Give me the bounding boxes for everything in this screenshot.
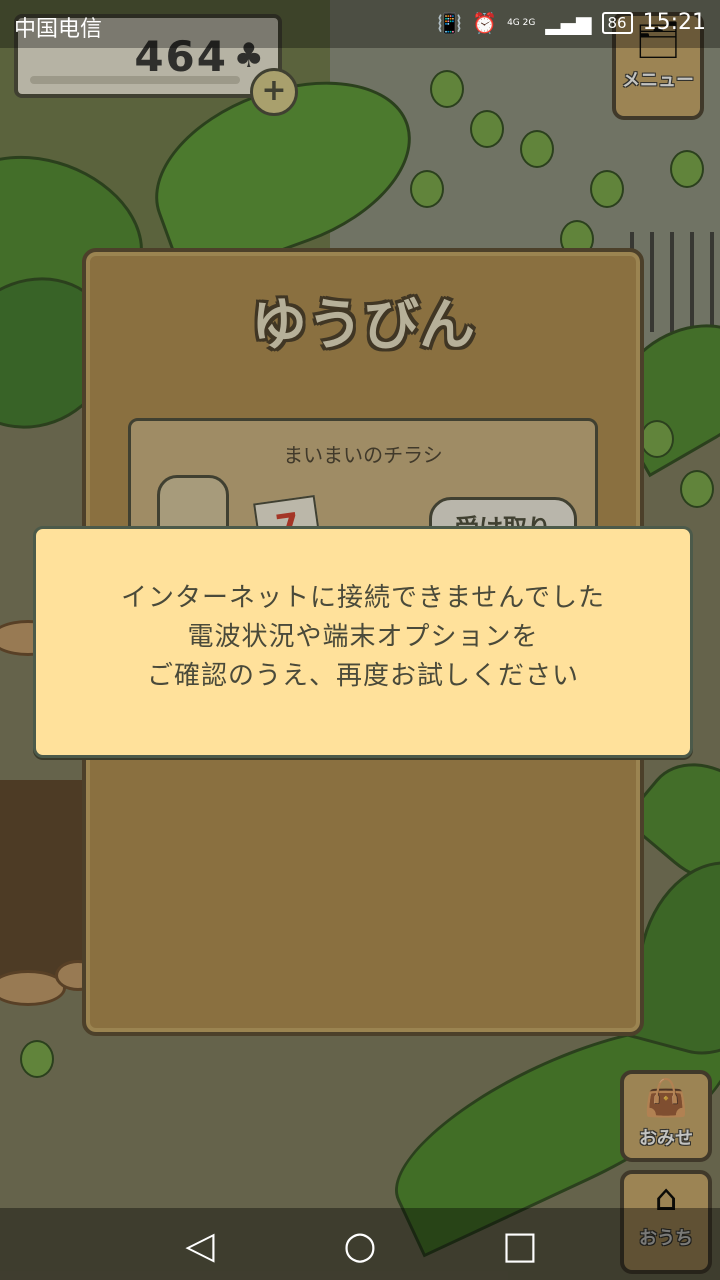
navigation-bar: ◁ ○ □ xyxy=(0,1208,720,1280)
back-icon[interactable]: ◁ xyxy=(175,1220,225,1270)
carrier-name: 中国电信 xyxy=(14,17,103,42)
clock: 15:21 xyxy=(642,10,706,35)
error-line: ご確認のうえ、再度お試しください xyxy=(146,661,579,691)
error-line: 電波状況や端末オプションを xyxy=(187,622,539,652)
recent-apps-icon[interactable]: □ xyxy=(495,1220,545,1270)
status-icons: 📳 ⏰ 4G 2G ▂▄▆ 86 15:21 xyxy=(437,10,706,35)
home-circle-icon[interactable]: ○ xyxy=(335,1220,385,1270)
connection-error-dialog[interactable]: インターネットに接続できませんでした 電波状況や端末オプションを ご確認のうえ、… xyxy=(33,526,693,758)
signal-icon: ▂▄▆ xyxy=(545,10,592,35)
battery-level: 86 xyxy=(601,11,633,34)
error-message: インターネットに接続できませんでした 電波状況や端末オプションを ご確認のうえ、… xyxy=(36,579,690,696)
error-line: インターネットに接続できませんでした xyxy=(121,583,605,613)
network-type: 4G 2G xyxy=(507,17,536,28)
status-bar: 中国电信 📳 ⏰ 4G 2G ▂▄▆ 86 15:21 xyxy=(0,0,720,48)
alarm-icon: ⏰ xyxy=(472,10,498,35)
vibrate-icon: 📳 xyxy=(437,10,463,35)
